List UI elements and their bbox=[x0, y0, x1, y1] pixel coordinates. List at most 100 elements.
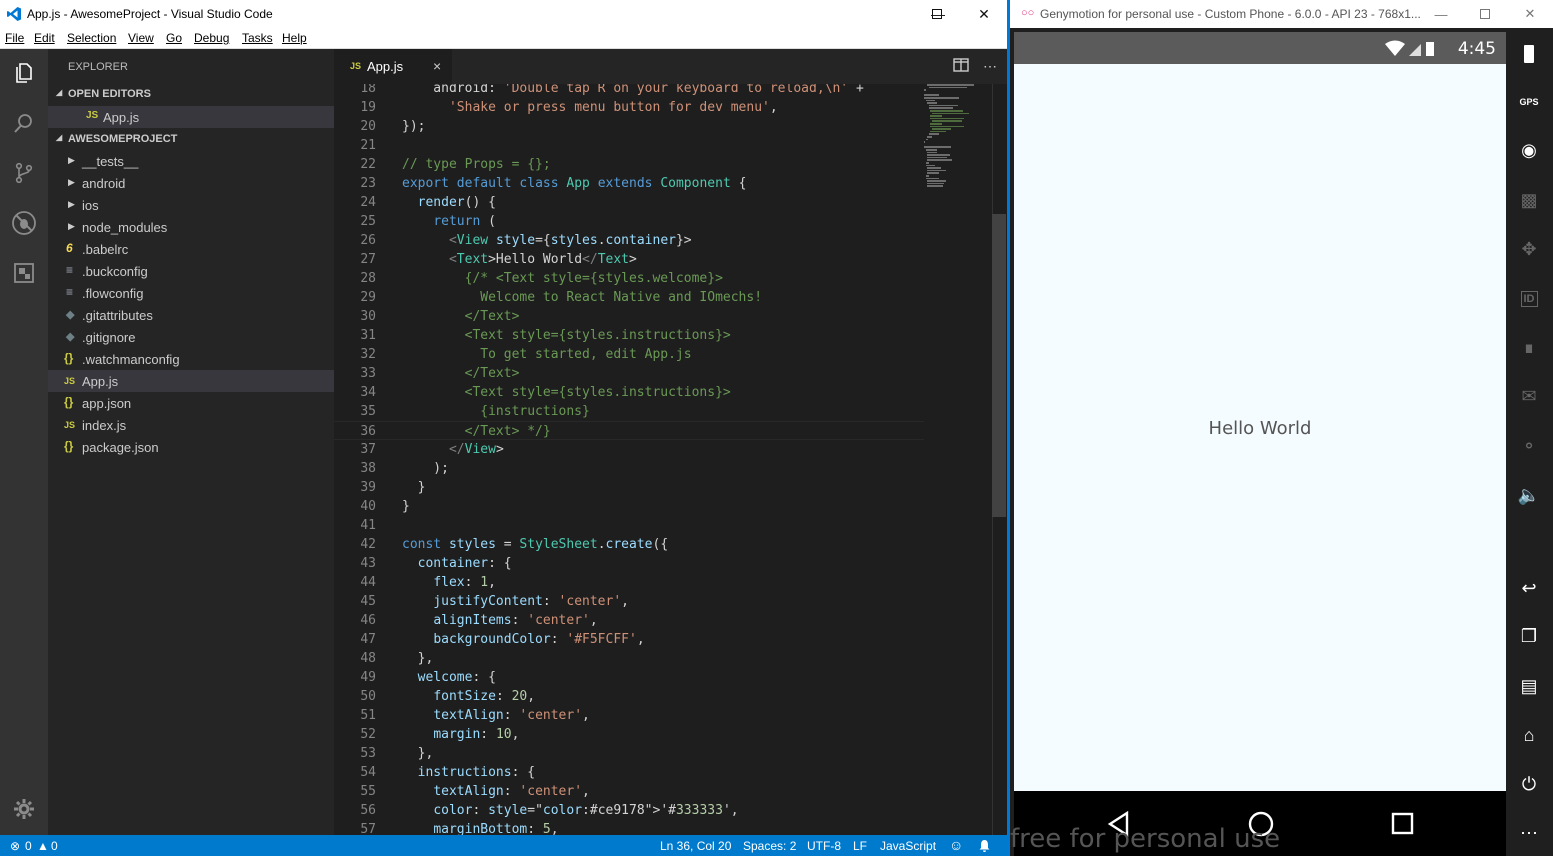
recent-apps-icon[interactable]: ❐ bbox=[1513, 620, 1545, 652]
more-actions-icon[interactable]: ⋯ bbox=[983, 58, 997, 75]
file-app-json[interactable]: {} app.json bbox=[48, 392, 334, 414]
maximize-button[interactable] bbox=[914, 0, 960, 28]
code-line[interactable]: 43 container: { bbox=[334, 554, 924, 573]
code-line[interactable]: 32 To get started, edit App.js bbox=[334, 345, 924, 364]
code-line[interactable]: 33 </Text> bbox=[334, 364, 924, 383]
error-count[interactable]: 0 bbox=[25, 839, 32, 853]
code-line[interactable]: 49 welcome: { bbox=[334, 668, 924, 687]
code-line[interactable]: 28 {/* <Text style={styles.welcome}> bbox=[334, 269, 924, 288]
code-line[interactable]: 37 </View> bbox=[334, 440, 924, 459]
menu-help[interactable]: Help bbox=[282, 31, 307, 45]
editor-scrollbar[interactable] bbox=[992, 214, 1006, 517]
code-line[interactable]: 25 return ( bbox=[334, 212, 924, 231]
code-line[interactable]: 36 </Text> */} bbox=[334, 421, 924, 440]
file-gitignore[interactable]: ◆ .gitignore bbox=[48, 326, 334, 348]
project-section[interactable]: ◢ AWESOMEPROJECT bbox=[48, 128, 334, 150]
network-icon[interactable]: ∎ bbox=[1513, 331, 1545, 363]
webcam-icon[interactable]: ◉ bbox=[1513, 134, 1545, 166]
battery-icon[interactable] bbox=[1513, 38, 1545, 70]
menu-icon[interactable]: ▤ bbox=[1513, 670, 1545, 702]
debug-icon[interactable] bbox=[8, 207, 40, 239]
capture-icon[interactable]: ▩ bbox=[1513, 184, 1545, 216]
feedback-smiley-icon[interactable]: ☺ bbox=[949, 837, 963, 853]
code-line[interactable]: 55 textAlign: 'center', bbox=[334, 782, 924, 801]
code-line[interactable]: 46 alignItems: 'center', bbox=[334, 611, 924, 630]
manage-gear-icon[interactable] bbox=[8, 793, 40, 825]
menu-file[interactable]: File bbox=[5, 31, 24, 45]
file-babelrc[interactable]: 6 .babelrc bbox=[48, 238, 334, 260]
code-line[interactable]: 34 <Text style={styles.instructions}> bbox=[334, 383, 924, 402]
code-line[interactable]: 19 'Shake or press menu button for dev m… bbox=[334, 98, 924, 117]
code-line[interactable]: 35 {instructions} bbox=[334, 402, 924, 421]
recents-nav-icon[interactable] bbox=[1391, 812, 1415, 836]
menu-tasks[interactable]: Tasks bbox=[242, 31, 273, 45]
folder-ios[interactable]: ▶ ios bbox=[48, 194, 334, 216]
code-line[interactable]: 23 export default class App extends Compo… bbox=[334, 174, 924, 193]
extensions-icon[interactable] bbox=[8, 257, 40, 289]
file-flowconfig[interactable]: ≡ .flowconfig bbox=[48, 282, 334, 304]
file-package-json[interactable]: {} package.json bbox=[48, 436, 334, 458]
code-line[interactable]: 21 bbox=[334, 136, 924, 155]
menu-debug[interactable]: Debug bbox=[194, 31, 229, 45]
notifications-bell-icon[interactable] bbox=[978, 839, 991, 855]
menu-view[interactable]: View bbox=[128, 31, 154, 45]
split-editor-icon[interactable] bbox=[953, 58, 969, 75]
menu-edit[interactable]: Edit bbox=[34, 31, 55, 45]
code-line[interactable]: 52 margin: 10, bbox=[334, 725, 924, 744]
code-line[interactable]: 47 backgroundColor: '#F5FCFF', bbox=[334, 630, 924, 649]
code-line[interactable]: 44 flex: 1, bbox=[334, 573, 924, 592]
file-app-js[interactable]: JS App.js bbox=[48, 370, 334, 392]
file-gitattributes[interactable]: ◆ .gitattributes bbox=[48, 304, 334, 326]
tab-app-js[interactable]: JS App.js × bbox=[334, 49, 452, 84]
errors-icon[interactable]: ⊗ bbox=[10, 839, 20, 853]
code-line[interactable]: 53 }, bbox=[334, 744, 924, 763]
geny-close-button[interactable]: ✕ bbox=[1508, 0, 1552, 28]
volume-up-icon[interactable]: 🔈 bbox=[1513, 479, 1545, 511]
code-line[interactable]: 26 <View style={styles.container}> bbox=[334, 231, 924, 250]
warning-icon[interactable]: ▲ bbox=[37, 839, 49, 853]
code-line[interactable]: 20}); bbox=[334, 117, 924, 136]
code-line[interactable]: 50 fontSize: 20, bbox=[334, 687, 924, 706]
menu-selection[interactable]: Selection bbox=[67, 31, 116, 45]
file-watchmanconfig[interactable]: {} .watchmanconfig bbox=[48, 348, 334, 370]
code-line[interactable]: 27 <Text>Hello World</Text> bbox=[334, 250, 924, 269]
explorer-icon[interactable] bbox=[8, 57, 40, 89]
share-icon[interactable]: ⚬ bbox=[1513, 430, 1545, 462]
code-line[interactable]: 51 textAlign: 'center', bbox=[334, 706, 924, 725]
more-icon[interactable]: ⋯ bbox=[1513, 817, 1545, 849]
android-app-screen[interactable]: Hello World bbox=[1014, 64, 1506, 791]
code-line[interactable]: 24 render() { bbox=[334, 193, 924, 212]
code-line[interactable]: 57 marginBottom: 5, bbox=[334, 820, 924, 835]
device-id-icon[interactable]: ID bbox=[1513, 283, 1545, 315]
warning-count[interactable]: 0 bbox=[51, 839, 58, 853]
open-editors-section[interactable]: ◢ OPEN EDITORS bbox=[48, 83, 334, 105]
file-index-js[interactable]: JS index.js bbox=[48, 414, 334, 436]
minimap[interactable] bbox=[924, 84, 992, 204]
home-icon[interactable]: ⌂ bbox=[1513, 719, 1545, 751]
folder-android[interactable]: ▶ android bbox=[48, 172, 334, 194]
cursor-position[interactable]: Ln 36, Col 20 bbox=[660, 839, 731, 853]
file-buckconfig[interactable]: ≡ .buckconfig bbox=[48, 260, 334, 282]
line-ending[interactable]: LF bbox=[853, 839, 867, 853]
gps-icon[interactable]: GPS bbox=[1513, 86, 1545, 118]
code-line[interactable]: 38 ); bbox=[334, 459, 924, 478]
language-mode[interactable]: JavaScript bbox=[880, 839, 936, 853]
code-line[interactable]: 22 // type Props = {}; bbox=[334, 155, 924, 174]
sms-icon[interactable]: ✉ bbox=[1513, 380, 1545, 412]
menu-go[interactable]: Go bbox=[166, 31, 182, 45]
code-line[interactable]: 31 <Text style={styles.instructions}> bbox=[334, 326, 924, 345]
code-line[interactable]: 39 } bbox=[334, 478, 924, 497]
open-editor-item[interactable]: JS App.js bbox=[48, 106, 334, 128]
code-line[interactable]: 41 bbox=[334, 516, 924, 535]
geny-minimize-button[interactable]: — bbox=[1419, 0, 1463, 28]
search-icon[interactable] bbox=[8, 107, 40, 139]
back-icon[interactable]: ↩ bbox=[1513, 572, 1545, 604]
source-control-icon[interactable] bbox=[8, 157, 40, 189]
close-tab-icon[interactable]: × bbox=[433, 58, 441, 74]
power-icon[interactable]: ⏻ bbox=[1513, 768, 1545, 800]
code-line[interactable]: 30 </Text> bbox=[334, 307, 924, 326]
indentation[interactable]: Spaces: 2 bbox=[743, 839, 796, 853]
code-line[interactable]: 42 const styles = StyleSheet.create({ bbox=[334, 535, 924, 554]
folder-node-modules[interactable]: ▶ node_modules bbox=[48, 216, 334, 238]
code-line[interactable]: 56 color: style="color:#ce9178">'#333333… bbox=[334, 801, 924, 820]
